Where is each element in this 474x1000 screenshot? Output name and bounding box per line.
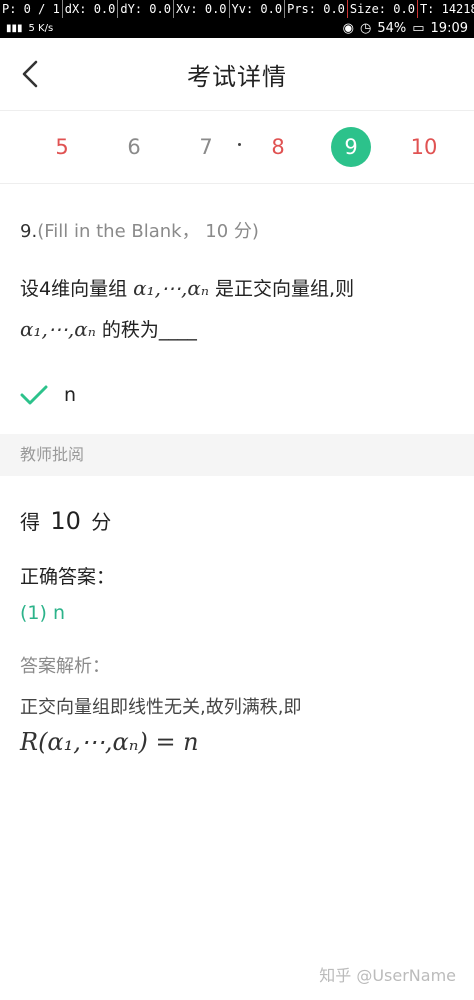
question-number: 9.: [20, 221, 38, 242]
debug-overlay-bar: P: 0 / 1 dX: 0.0 dY: 0.0 Xv: 0.0 Yv: 0.0…: [0, 0, 474, 18]
debug-field: Xv: 0.0: [174, 0, 230, 18]
score-line: 得 10 分: [20, 506, 454, 535]
question-text-middle: 是正交向量组,则: [215, 278, 355, 300]
review-section-header: 教师批阅: [0, 434, 474, 476]
math-vectors: α₁,⋯,αₙ: [133, 276, 209, 300]
signal-icon: ▮▮▮: [6, 22, 23, 34]
analysis-label: 答案解析：: [20, 656, 110, 677]
top-nav-bar: 考试详情: [0, 38, 474, 111]
chevron-left-icon: [22, 60, 38, 88]
eye-icon: ◉: [342, 20, 354, 36]
debug-field: P: 0 / 1: [0, 0, 63, 18]
question-nav-item[interactable]: 7: [186, 127, 226, 167]
debug-field: Size: 0.0: [348, 0, 418, 18]
question-text-suffix: 的秩为____: [101, 319, 197, 341]
question-nav-item[interactable]: 8: [258, 127, 298, 167]
back-button[interactable]: [16, 58, 48, 90]
page-title: 考试详情: [187, 62, 287, 91]
question-header: 9.(Fill in the Blank， 10 分): [20, 217, 454, 243]
scroll-dot: [238, 143, 241, 146]
question-text: 设4维向量组 α₁,⋯,αₙ 是正交向量组,则 α₁,⋯,αₙ 的秩为____: [20, 268, 454, 350]
question-nav-item[interactable]: 5: [42, 127, 82, 167]
status-bar: ▮▮▮ 5 K/s ◉ ◷ 54% ▭ 19:09: [0, 18, 474, 38]
alarm-icon: ◷: [359, 20, 372, 36]
question-nav-item[interactable]: 10: [404, 127, 444, 167]
student-answer: n: [64, 384, 77, 406]
debug-field: dX: 0.0: [63, 0, 119, 18]
network-speed: 5 K/s: [28, 22, 54, 34]
checkmark-icon: [20, 385, 48, 405]
question-nav-item[interactable]: 6: [114, 127, 154, 167]
debug-field: T: 142180: [418, 0, 474, 18]
correct-answer: (1) n: [20, 602, 65, 624]
analysis-formula: R(α₁,⋯,αₙ) = n: [20, 728, 199, 756]
math-vectors: α₁,⋯,αₙ: [20, 317, 96, 341]
debug-field: dY: 0.0: [118, 0, 174, 18]
question-nav-item-active[interactable]: 9: [331, 127, 371, 167]
student-answer-row: n: [20, 378, 454, 412]
score-value: 10: [50, 507, 81, 535]
question-type: (Fill in the Blank， 10 分): [37, 221, 259, 242]
debug-field: Yv: 0.0: [230, 0, 286, 18]
debug-field: Prs: 0.0: [285, 0, 348, 18]
battery-icon: ▭: [412, 20, 425, 36]
score-suffix: 分: [91, 510, 112, 534]
watermark: 知乎 @UserName: [319, 966, 456, 985]
question-navigator: 5 6 7 8 9 10: [0, 111, 474, 184]
question-text-prefix: 设4维向量组: [20, 278, 128, 300]
score-prefix: 得: [20, 510, 40, 534]
clock: 19:09: [430, 20, 468, 36]
battery-percent: 54%: [377, 20, 407, 36]
correct-answer-label: 正确答案：: [20, 566, 116, 588]
analysis-text: 正交向量组即线性无关,故列满秩,即: [20, 697, 302, 718]
